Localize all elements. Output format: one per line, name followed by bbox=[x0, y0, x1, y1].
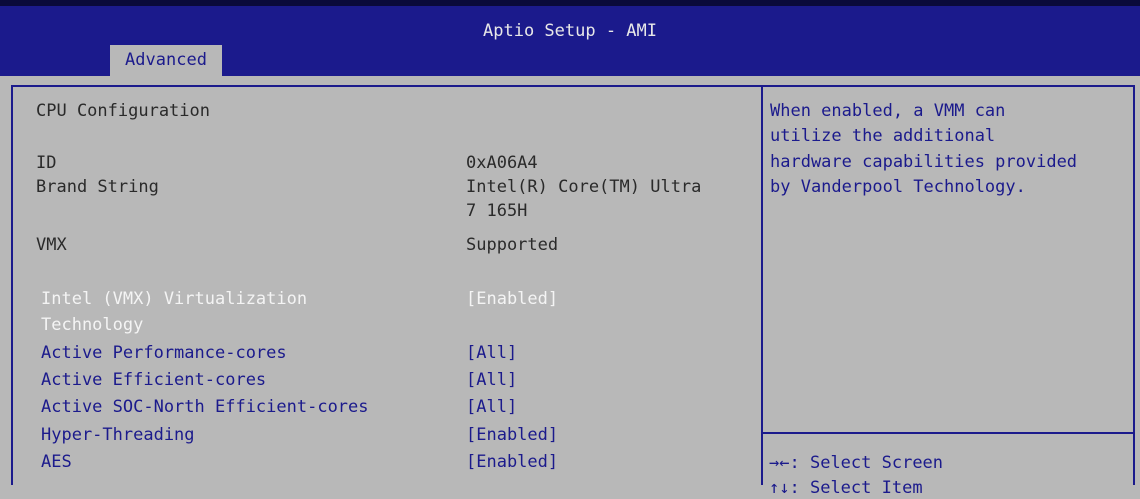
setting-label-hyper-threading: Hyper-Threading bbox=[41, 425, 195, 445]
setting-label-aes: AES bbox=[41, 452, 72, 472]
help-key-select-item-label: Select Item bbox=[809, 478, 923, 498]
setting-value-vmx-virtualization[interactable]: [Enabled] bbox=[466, 288, 558, 310]
help-text-line-3: hardware capabilities provided bbox=[770, 152, 1078, 172]
info-value-vmx: Supported bbox=[466, 235, 559, 255]
help-key-select-screen-label: Select Screen bbox=[809, 453, 944, 473]
panel-divider bbox=[761, 85, 763, 485]
setting-label-efficient-cores: Active Efficient-cores bbox=[41, 370, 267, 390]
setting-value-performance-cores[interactable]: [All] bbox=[466, 342, 517, 364]
setting-label-vmx-virtualization-line2: Technology bbox=[41, 315, 144, 335]
section-title: CPU Configuration bbox=[36, 101, 210, 121]
setting-value-soc-north-cores[interactable]: [All] bbox=[466, 396, 517, 418]
help-key-select-item: ↑↓: Select Item bbox=[769, 477, 923, 499]
help-text-line-1: When enabled, a VMM can bbox=[770, 101, 1006, 121]
info-label-brand: Brand String bbox=[36, 177, 159, 197]
info-value-brand: Intel(R) Core(TM) Ultra bbox=[466, 177, 702, 197]
setting-label-soc-north-cores: Active SOC-North Efficient-cores bbox=[41, 397, 369, 417]
setting-label-vmx-virtualization: Intel (VMX) Virtualization bbox=[41, 289, 308, 309]
title-bar: Aptio Setup - AMI Advanced bbox=[0, 0, 1140, 76]
help-key-select-screen: →←: Select Screen bbox=[769, 452, 943, 474]
help-text-line-4: by Vanderpool Technology. bbox=[770, 177, 1026, 197]
setting-value-hyper-threading[interactable]: [Enabled] bbox=[466, 424, 558, 446]
app-title: Aptio Setup - AMI bbox=[483, 21, 657, 41]
info-value-id: 0xA06A4 bbox=[466, 153, 538, 173]
setting-value-aes[interactable]: [Enabled] bbox=[466, 451, 558, 473]
info-label-id: ID bbox=[36, 153, 57, 173]
info-value-brand-line2: 7 165H bbox=[466, 201, 528, 221]
help-text-line-2: utilize the additional bbox=[770, 126, 996, 146]
setting-label-performance-cores: Active Performance-cores bbox=[41, 343, 287, 363]
setting-value-efficient-cores[interactable]: [All] bbox=[466, 369, 517, 391]
arrows-up-down-icon: ↑↓: bbox=[769, 478, 800, 498]
title-bar-edge bbox=[0, 0, 1140, 6]
info-label-vmx: VMX bbox=[36, 235, 67, 255]
arrows-left-right-icon: →←: bbox=[769, 453, 800, 473]
help-divider bbox=[763, 432, 1135, 434]
tab-advanced[interactable]: Advanced bbox=[110, 45, 222, 76]
